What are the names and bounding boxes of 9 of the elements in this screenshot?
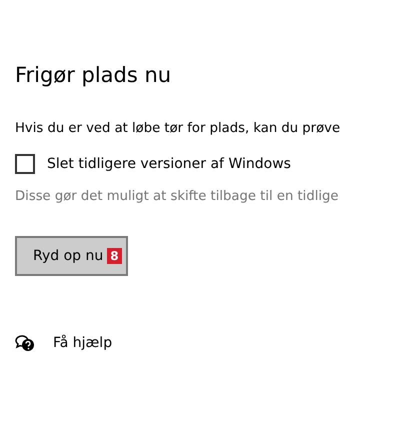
intro-text: Hvis du er ved at løbe tør for plads, kan du prøve xyxy=(15,120,342,138)
description-text: Disse gør det muligt at skifte tilbage til en tidlige xyxy=(15,188,340,206)
checkbox[interactable] xyxy=(15,154,35,174)
help-link[interactable]: Få hjælp xyxy=(53,335,112,351)
step-badge: 8 xyxy=(107,248,122,264)
section-title: Frigør plads nu xyxy=(15,62,172,89)
help-chat-icon xyxy=(15,334,35,352)
checkbox-label: Slet tidligere versioner af Windows xyxy=(47,155,291,174)
clean-up-button[interactable]: Ryd op nu 8 xyxy=(15,236,128,276)
